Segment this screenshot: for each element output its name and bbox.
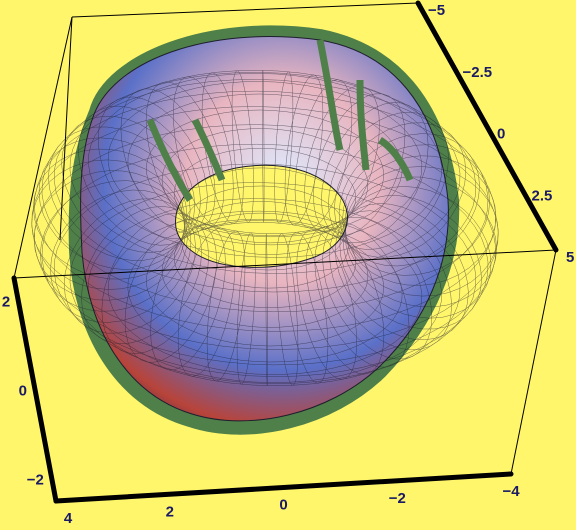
y-tick-label: −5 [428, 2, 445, 19]
z-tick-label: 0 [19, 383, 27, 400]
y-tick-label: 0 [497, 126, 505, 143]
x-tick-label: 4 [64, 510, 73, 527]
x-tick-label: 2 [166, 503, 174, 520]
x-tick-label: −2 [389, 490, 406, 507]
torus-surface-plot: 4 2 0 −2 −4 −5 −2.5 0 2.5 5 2 0 −2 [2, 0, 574, 527]
y-tick-label: −2.5 [463, 64, 493, 81]
x-axis-ticks: 4 2 0 −2 −4 [64, 483, 520, 527]
chart-canvas: 4 2 0 −2 −4 −5 −2.5 0 2.5 5 2 0 −2 [0, 0, 576, 530]
z-tick-label: 2 [2, 293, 10, 310]
y-tick-label: 2.5 [532, 187, 553, 204]
z-tick-label: −2 [27, 472, 44, 489]
x-tick-label: 0 [279, 497, 287, 514]
y-tick-label: 5 [566, 249, 574, 266]
torus-surface [31, 25, 499, 435]
x-tick-label: −4 [502, 483, 520, 500]
